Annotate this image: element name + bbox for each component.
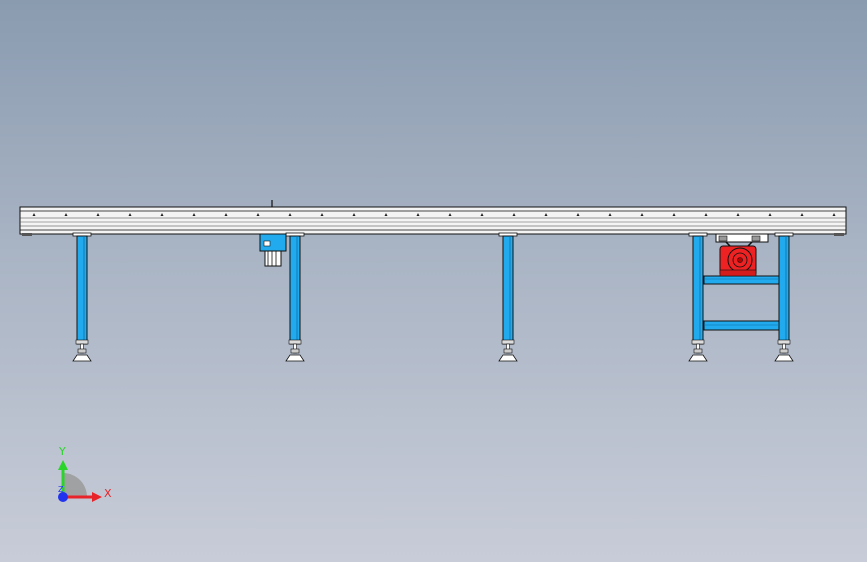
conveyor-model[interactable]: Y X Z — [0, 0, 867, 562]
support-leg[interactable] — [285, 232, 305, 362]
sensor-bracket[interactable] — [259, 233, 287, 267]
cad-viewport[interactable]: Y X Z — [0, 0, 867, 562]
y-axis-label: Y — [58, 445, 66, 458]
drive-frame[interactable] — [703, 275, 780, 331]
conveyor-rail[interactable] — [19, 200, 847, 236]
support-leg[interactable] — [72, 232, 92, 362]
drive-motor[interactable] — [715, 233, 769, 277]
rail-end-right — [834, 233, 844, 236]
support-legs[interactable] — [72, 232, 794, 362]
support-leg[interactable] — [688, 232, 708, 362]
x-axis-label: X — [104, 487, 112, 500]
axis-triad-icon: Y X Z — [58, 445, 112, 502]
support-leg[interactable] — [774, 232, 794, 362]
rail-end-left — [22, 233, 32, 236]
z-axis-label: Z — [58, 485, 64, 494]
support-leg[interactable] — [498, 232, 518, 362]
